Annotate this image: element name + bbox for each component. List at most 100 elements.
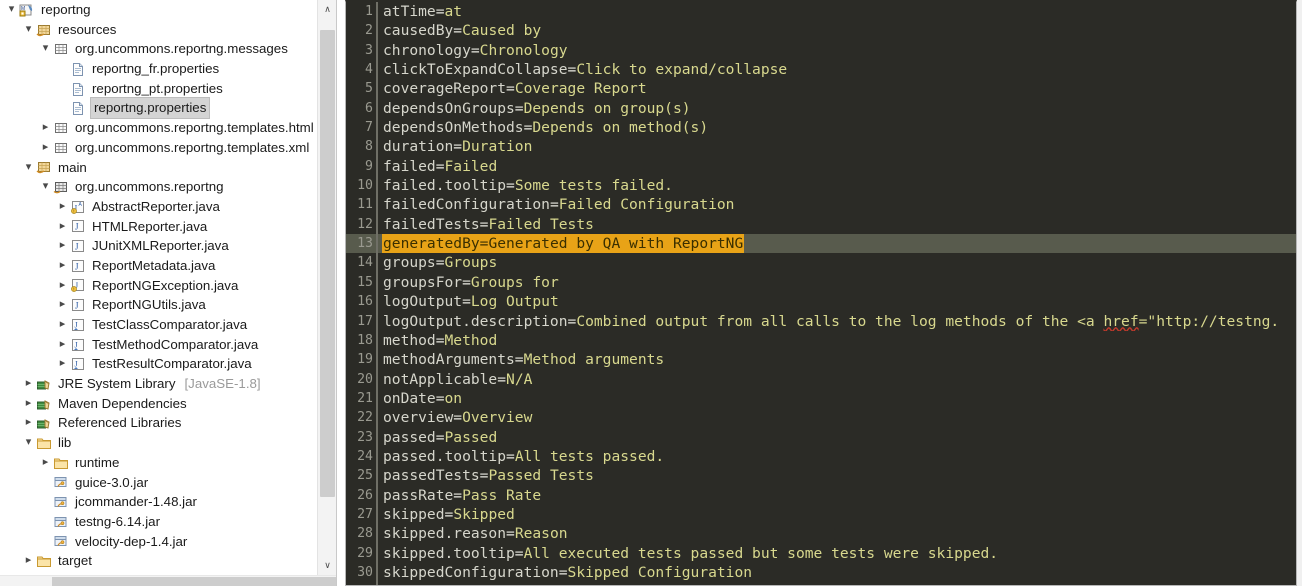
tree-item-resources[interactable]: resources bbox=[0, 20, 318, 40]
vertical-scrollbar-thumb[interactable] bbox=[320, 30, 335, 497]
code-line[interactable]: 5 coverageReport=Coverage Report bbox=[346, 79, 1296, 99]
code-tokens: notApplicable=N/A bbox=[383, 371, 532, 388]
tree-item-reportmetadata-java[interactable]: J ReportMetadata.java bbox=[0, 256, 318, 276]
tree-item-abstractreporter-java[interactable]: JA!AbstractReporter.java bbox=[0, 197, 318, 217]
code-line[interactable]: 19 methodArguments=Method arguments bbox=[346, 350, 1296, 370]
tree-item-reportng-pt-properties[interactable]: reportng_pt.properties bbox=[0, 79, 318, 99]
code-line[interactable]: 7 dependsOnMethods=Depends on method(s) bbox=[346, 118, 1296, 138]
horizontal-scrollbar-thumb[interactable] bbox=[52, 577, 336, 586]
scroll-up-arrow-icon[interactable]: ∧ bbox=[318, 0, 336, 19]
code-line[interactable]: 6 dependsOnGroups=Depends on group(s) bbox=[346, 98, 1296, 119]
tree-item-jre-system-library[interactable]: JRE System Library [JavaSE-1.8] bbox=[0, 374, 318, 394]
explorer-horizontal-scrollbar[interactable] bbox=[0, 575, 336, 586]
line-number: 4 bbox=[365, 62, 373, 78]
tree-item-label: TestMethodComparator.java bbox=[92, 336, 259, 352]
chevron-right-icon[interactable] bbox=[55, 236, 70, 256]
code-text-area[interactable]: 1 atTime=at 2 causedBy=Caused by 3 chronology… bbox=[346, 2, 1296, 585]
tree-item-org-uncommons-reportng-messages[interactable]: org.uncommons.reportng.messages bbox=[0, 39, 318, 59]
tree-item-testmethodcomparator-java[interactable]: JTestMethodComparator.java bbox=[0, 335, 318, 355]
chevron-right-icon[interactable] bbox=[55, 354, 70, 374]
chevron-right-icon[interactable] bbox=[21, 374, 36, 394]
tree-item-maven-dependencies[interactable]: Maven Dependencies bbox=[0, 394, 318, 414]
code-line[interactable]: 8 duration=Duration bbox=[346, 137, 1296, 157]
code-line[interactable]: 25 passedTests=Passed Tests bbox=[346, 466, 1296, 486]
tree-item-target[interactable]: target bbox=[0, 551, 318, 571]
project-tree[interactable]: Mreportngresourcesorg.uncommons.reportng… bbox=[0, 0, 318, 575]
chevron-right-icon[interactable] bbox=[55, 217, 70, 237]
code-line[interactable]: 28 skipped.reason=Reason bbox=[346, 524, 1296, 544]
chevron-right-icon[interactable] bbox=[55, 335, 70, 355]
chevron-right-icon[interactable] bbox=[55, 197, 70, 217]
chevron-right-icon[interactable] bbox=[38, 118, 53, 138]
line-number: 2 bbox=[365, 23, 373, 39]
chevron-down-icon[interactable] bbox=[21, 158, 36, 178]
code-line[interactable]: 31 skippedTests=Skipped Tests bbox=[346, 582, 1296, 585]
code-line[interactable]: 17 logOutput.description=Combined output … bbox=[346, 311, 1296, 331]
chevron-right-icon[interactable] bbox=[21, 551, 36, 571]
code-line[interactable]: 1 atTime=at bbox=[346, 2, 1296, 22]
tree-item-lib[interactable]: lib bbox=[0, 433, 318, 453]
properties-file-editor[interactable]: 1 atTime=at 2 causedBy=Caused by 3 chronology… bbox=[345, 0, 1297, 586]
code-line[interactable]: 12 failedTests=Failed Tests bbox=[346, 214, 1296, 235]
tree-item-testresultcomparator-java[interactable]: JTestResultComparator.java bbox=[0, 354, 318, 374]
tree-item-reportng-properties[interactable]: reportng.properties bbox=[0, 97, 318, 120]
chevron-right-icon[interactable] bbox=[38, 138, 53, 158]
explorer-vertical-scrollbar[interactable]: ∧ ∨ bbox=[317, 0, 336, 586]
code-line[interactable]: 26 passRate=Pass Rate bbox=[346, 485, 1296, 505]
tree-item-reportng-fr-properties[interactable]: reportng_fr.properties bbox=[0, 59, 318, 79]
chevron-down-icon[interactable] bbox=[38, 39, 53, 59]
tree-item-org-uncommons-reportng-templates-html[interactable]: org.uncommons.reportng.templates.html bbox=[0, 118, 318, 138]
chevron-down-icon[interactable] bbox=[4, 0, 19, 20]
code-line[interactable]: 30 skippedConfiguration=Skipped Configura… bbox=[346, 562, 1296, 583]
tree-item-testng-6-14-jar[interactable]: testng-6.14.jar bbox=[0, 512, 318, 532]
tree-item-testclasscomparator-java[interactable]: J TestClassComparator.java bbox=[0, 315, 318, 335]
code-line[interactable]: 16 logOutput=Log Output bbox=[346, 292, 1296, 312]
code-line[interactable]: 4 clickToExpandCollapse=Click to expand/c… bbox=[346, 60, 1296, 80]
code-line-text: coverageReport=Coverage Report bbox=[378, 79, 1296, 98]
chevron-down-icon[interactable] bbox=[21, 433, 36, 453]
chevron-right-icon[interactable] bbox=[21, 394, 36, 414]
tree-item-htmlreporter-java[interactable]: J HTMLReporter.java bbox=[0, 217, 318, 237]
chevron-down-icon[interactable] bbox=[21, 20, 36, 40]
code-line[interactable]: 20 notApplicable=N/A bbox=[346, 369, 1296, 389]
tree-item-runtime[interactable]: runtime bbox=[0, 453, 318, 473]
tree-item-jcommander-1-48-jar[interactable]: jcommander-1.48.jar bbox=[0, 492, 318, 512]
chevron-right-icon[interactable] bbox=[38, 453, 53, 473]
tree-item-guice-3-0-jar[interactable]: guice-3.0.jar bbox=[0, 473, 318, 493]
chevron-right-icon[interactable] bbox=[55, 295, 70, 315]
code-line-text: atTime=at bbox=[378, 2, 1296, 21]
code-line[interactable]: 18 method=Method bbox=[346, 330, 1296, 351]
chevron-right-icon[interactable] bbox=[55, 315, 70, 335]
property-key: failedTests bbox=[383, 215, 480, 233]
code-line[interactable]: 13 generatedBy=Generated by QA with Repor… bbox=[346, 234, 1296, 254]
tree-item-reportngexception-java[interactable]: J!ReportNGException.java bbox=[0, 276, 318, 296]
tree-item-reportng[interactable]: Mreportng bbox=[0, 0, 318, 20]
tree-item-main[interactable]: main bbox=[0, 158, 318, 178]
chevron-right-icon[interactable] bbox=[55, 256, 70, 276]
code-line[interactable]: 22 overview=Overview bbox=[346, 408, 1296, 428]
tree-item-org-uncommons-reportng-templates-xml[interactable]: org.uncommons.reportng.templates.xml bbox=[0, 138, 318, 158]
code-line[interactable]: 23 passed=Passed bbox=[346, 427, 1296, 447]
chevron-right-icon[interactable] bbox=[21, 413, 36, 433]
chevron-down-icon[interactable] bbox=[38, 177, 53, 197]
code-line[interactable]: 9 failed=Failed bbox=[346, 156, 1296, 177]
scroll-down-arrow-icon[interactable]: ∨ bbox=[318, 556, 336, 575]
chevron-right-icon[interactable] bbox=[55, 276, 70, 296]
code-line[interactable]: 24 passed.tooltip=All tests passed. bbox=[346, 446, 1296, 467]
tree-item-org-uncommons-reportng[interactable]: org.uncommons.reportng bbox=[0, 177, 318, 197]
code-line[interactable]: 21 onDate=on bbox=[346, 388, 1296, 409]
code-line[interactable]: 3 chronology=Chronology bbox=[346, 40, 1296, 61]
code-line[interactable]: 2 causedBy=Caused by bbox=[346, 21, 1296, 41]
code-line[interactable]: 27 skipped=Skipped bbox=[346, 504, 1296, 525]
property-value: Depends on method(s) bbox=[532, 119, 709, 137]
code-line[interactable]: 14 groups=Groups bbox=[346, 253, 1296, 273]
code-line[interactable]: 10 failed.tooltip=Some tests failed. bbox=[346, 176, 1296, 196]
code-line[interactable]: 29 skipped.tooltip=All executed tests pas… bbox=[346, 543, 1296, 563]
tree-item-label: runtime bbox=[75, 454, 120, 470]
tree-item-referenced-libraries[interactable]: Referenced Libraries bbox=[0, 413, 318, 433]
tree-item-velocity-dep-1-4-jar[interactable]: velocity-dep-1.4.jar bbox=[0, 532, 318, 552]
code-line[interactable]: 11 failedConfiguration=Failed Configurati… bbox=[346, 195, 1296, 215]
tree-item-junitxmlreporter-java[interactable]: J JUnitXMLReporter.java bbox=[0, 236, 318, 256]
tree-item-reportngutils-java[interactable]: J ReportNGUtils.java bbox=[0, 295, 318, 315]
code-line[interactable]: 15 groupsFor=Groups for bbox=[346, 272, 1296, 293]
